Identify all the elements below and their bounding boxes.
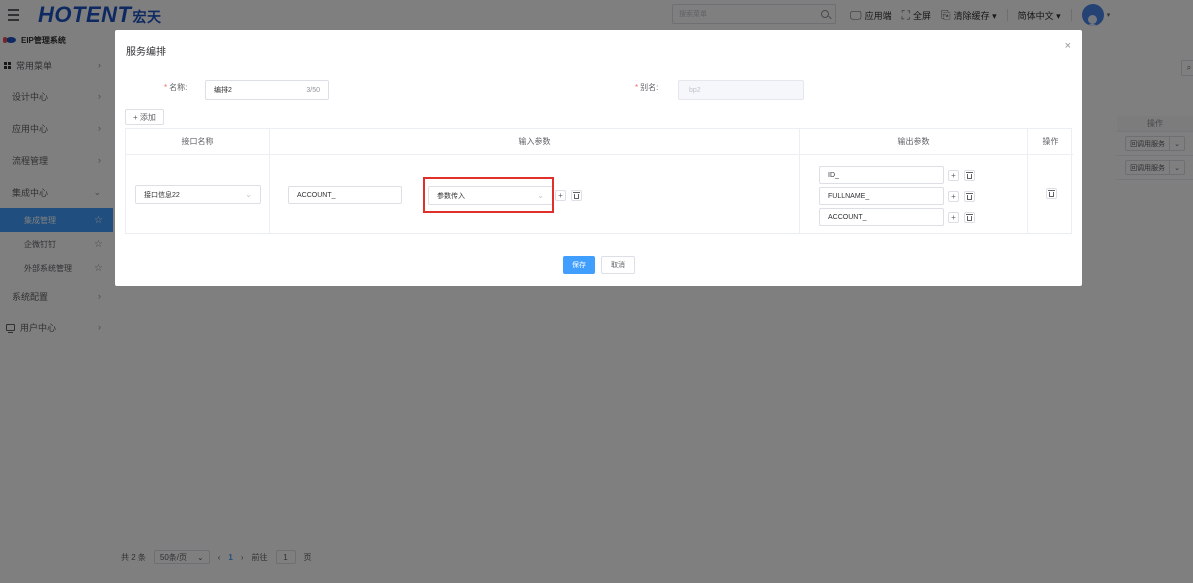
delete-output-param-button[interactable]: [964, 191, 975, 202]
plus-icon: +: [558, 191, 563, 200]
trash-icon: [1048, 189, 1055, 197]
delete-output-param-button[interactable]: [964, 170, 975, 181]
plus-icon: +: [951, 171, 956, 180]
service-orchestration-dialog: 服务编排 × * 名称: 编排2 3/50 * 别名: bp2 + 添加 接口名称 …: [115, 30, 1082, 286]
char-counter: 3/50: [306, 86, 320, 94]
add-output-param-button[interactable]: +: [948, 170, 959, 181]
column-header-output-params: 输出参数: [800, 129, 1028, 155]
delete-row-button[interactable]: [1046, 188, 1057, 199]
trash-icon: [573, 191, 580, 199]
name-label: * 名称:: [164, 83, 188, 92]
column-header-input-params: 输入参数: [270, 129, 800, 155]
cancel-button[interactable]: 取消: [601, 256, 635, 274]
add-input-param-button[interactable]: +: [555, 190, 566, 201]
input-param-name-field[interactable]: ACCOUNT_: [288, 186, 402, 204]
dialog-title: 服务编排: [126, 47, 166, 58]
output-param-field[interactable]: FULLNAME_: [819, 187, 944, 205]
close-icon[interactable]: ×: [1065, 40, 1071, 52]
trash-icon: [966, 192, 973, 200]
column-header-actions: 操作: [1028, 129, 1073, 155]
plus-icon: +: [951, 192, 956, 201]
alias-label: * 别名:: [635, 83, 659, 92]
output-param-field[interactable]: ID_: [819, 166, 944, 184]
add-row-button[interactable]: + 添加: [125, 109, 164, 125]
chevron-down-icon: ⌄: [245, 190, 252, 199]
orchestration-table: 接口名称 输入参数 输出参数 操作 接口信息22 ⌄ ACCOUNT_ 参数传入…: [125, 128, 1073, 234]
delete-input-param-button[interactable]: [571, 190, 582, 201]
trash-icon: [966, 171, 973, 179]
output-param-field[interactable]: ACCOUNT_: [819, 208, 944, 226]
alias-input: bp2: [678, 80, 804, 100]
name-input[interactable]: 编排2 3/50: [205, 80, 329, 100]
interface-name-select[interactable]: 接口信息22 ⌄: [135, 185, 261, 204]
trash-icon: [966, 213, 973, 221]
annotation-highlight-box: [423, 177, 554, 213]
save-button[interactable]: 保存: [563, 256, 595, 274]
plus-icon: +: [951, 213, 956, 222]
delete-output-param-button[interactable]: [964, 212, 975, 223]
add-output-param-button[interactable]: +: [948, 191, 959, 202]
column-header-interface-name: 接口名称: [126, 129, 270, 155]
add-output-param-button[interactable]: +: [948, 212, 959, 223]
